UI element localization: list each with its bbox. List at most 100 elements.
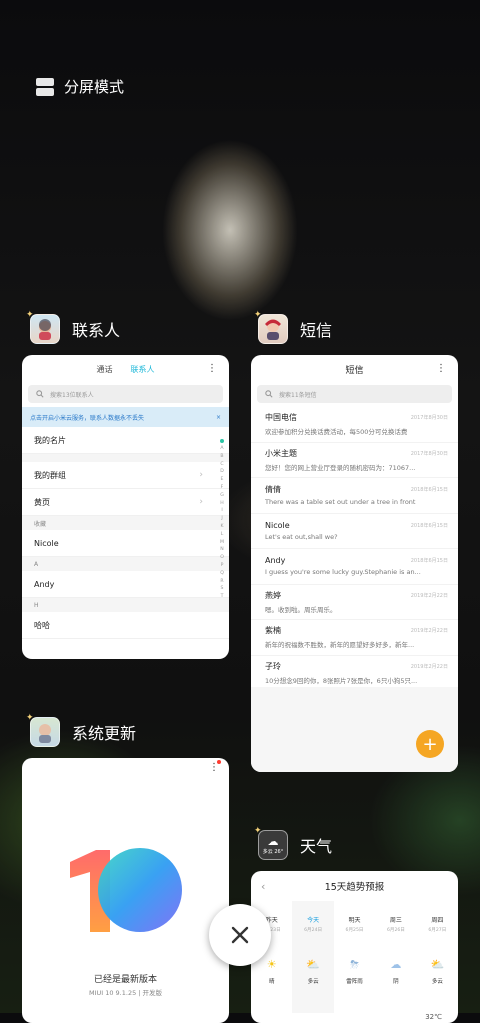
contacts-card[interactable]: 通话 联系人 ⋮ 搜索13位联系人 点击开启小米云服务，联系人数据永不丢失 × …: [22, 355, 229, 659]
message-preview: I guess you're some lucky guy.Stephanie …: [265, 568, 421, 577]
day-label: 今天: [307, 917, 320, 924]
weather-app-header[interactable]: ☁ 多云 26° ✦ 天气: [254, 826, 332, 860]
sender-name: 中国电信: [265, 413, 297, 423]
alphabet-letter[interactable]: O: [220, 554, 224, 562]
forecast-day: 周三 6月26日 ☁ 阴: [375, 901, 416, 1013]
alphabet-letter[interactable]: K: [220, 523, 223, 531]
cloud-notice-banner[interactable]: 点击开启小米云服务，联系人数据永不丢失 ×: [22, 407, 229, 427]
chevron-right-icon: ›: [199, 497, 203, 507]
alphabet-letter[interactable]: G: [220, 492, 224, 500]
contact-row[interactable]: Andy: [22, 571, 229, 598]
message-date: 2017年8月30日: [410, 450, 448, 457]
sender-name: 燕婷: [265, 590, 281, 600]
more-icon[interactable]: ⋮: [436, 363, 446, 374]
message-preview: 嗯。收到啦。周乐周乐。: [265, 605, 337, 614]
alphabet-letter[interactable]: C: [220, 461, 223, 469]
alphabet-letter[interactable]: R: [220, 578, 223, 586]
weather-icon: ⛅: [430, 958, 445, 971]
contact-row[interactable]: Nicole: [22, 530, 229, 557]
alphabet-letter[interactable]: J: [221, 515, 222, 523]
alphabet-letter[interactable]: B: [220, 453, 223, 461]
section-header-h: H: [22, 598, 229, 612]
split-screen-button[interactable]: 分屏模式: [36, 76, 124, 97]
weather-card[interactable]: ‹ 15天趋势预报 昨天 6月23日 ☀ 晴今天 6月24日 ⛅ 多云 明天 6月25日 ⛈ 雷阵雨…: [251, 871, 458, 1023]
alphabet-letter[interactable]: I: [221, 507, 222, 515]
alphabet-letter[interactable]: S: [221, 585, 224, 593]
message-preview: There was a table set out under a tree i…: [265, 498, 416, 507]
clear-all-button[interactable]: [209, 904, 271, 966]
weather-icon-text: 多云 26°: [262, 848, 284, 855]
contact-name: Andy: [34, 579, 55, 589]
back-icon[interactable]: ‹: [261, 880, 265, 893]
forecast-day: 今天 6月24日 ⛅ 多云: [292, 901, 334, 1013]
list-item[interactable]: 燕婷 2019年2月22日嗯。收到啦。周乐周乐。: [251, 585, 458, 620]
weather-condition: 晴: [268, 979, 275, 985]
message-preview: 10分想念9回的你，8张照片7张是你，6只小狗5只...: [265, 676, 418, 685]
groups-label: 我的群组: [34, 470, 66, 480]
sms-search-input[interactable]: 搜索11条短信: [257, 385, 452, 403]
yellow-pages-row[interactable]: 黄页 ›: [22, 489, 229, 516]
message-date: 2019年2月22日: [410, 663, 448, 670]
sender-name: 倩倩: [265, 485, 281, 495]
day-date: 6月24日: [304, 928, 323, 933]
miui-10-logo: [70, 848, 182, 932]
weather-icon: ⛈: [350, 958, 359, 971]
message-date: 2017年8月30日: [410, 415, 448, 422]
message-date: 2019年2月22日: [410, 628, 448, 635]
alphabet-index[interactable]: ABCDEFGHIJKLMNOPQRST: [217, 437, 227, 601]
close-icon[interactable]: ×: [216, 414, 221, 421]
sms-title-bar: 短信 ⋮: [251, 355, 458, 383]
groups-row[interactable]: 我的群组 ›: [22, 462, 229, 489]
alphabet-letter[interactable]: M: [220, 539, 224, 547]
forecast-day: 明天 6月25日 ⛈ 雷阵雨: [334, 901, 375, 1013]
sms-card[interactable]: 短信 ⋮ 搜索11条短信 中国电信 2017年8月30日 欢迎参加积分兑换话费活动，…: [251, 355, 458, 772]
more-icon[interactable]: ⋮: [207, 363, 217, 374]
cloud-icon: ☁: [267, 834, 279, 848]
alphabet-letter[interactable]: N: [220, 546, 223, 554]
list-item[interactable]: 子玲 2019年2月22日 10分想念9回的你，8张照片7张是你，6只小狗5只...: [251, 656, 458, 691]
forecast-day: 周四 6月27日 ⛅ 多云: [417, 901, 458, 1013]
list-item[interactable]: Nicole 2018年6月15日 Let's eat out,shall we?: [251, 514, 458, 549]
update-app-header[interactable]: ✦ 系统更新: [26, 713, 136, 747]
contacts-tabs: 通话 联系人 ⋮: [22, 355, 229, 383]
alphabet-letter[interactable]: D: [220, 468, 224, 476]
update-card[interactable]: ⋮ 已经是最新版本 MIUI 10 9.1.25 | 开发版: [22, 758, 229, 1023]
alphabet-letter[interactable]: H: [220, 500, 223, 508]
my-card-row[interactable]: 我的名片: [22, 427, 229, 454]
day-label: 明天: [348, 917, 361, 924]
alphabet-letter[interactable]: E: [221, 476, 224, 484]
day-date: 6月27日: [428, 928, 447, 933]
message-date: 2018年6月15日: [410, 487, 448, 494]
sms-search-placeholder: 搜索11条短信: [279, 391, 317, 399]
contact-row[interactable]: 哈哈: [22, 612, 229, 639]
tab-contacts[interactable]: 联系人: [131, 364, 155, 375]
message-date: 2019年2月22日: [410, 592, 448, 599]
message-preview: Let's eat out,shall we?: [265, 532, 338, 541]
contacts-app-header[interactable]: ✦ 联系人: [26, 310, 120, 344]
sparkle-icon: ✦: [26, 310, 34, 320]
contacts-app-icon: [30, 314, 60, 344]
new-message-button[interactable]: +: [416, 730, 444, 758]
sender-name: 紫楠: [265, 626, 281, 636]
alphabet-letter[interactable]: F: [221, 484, 224, 492]
tab-calls[interactable]: 通话: [97, 364, 113, 375]
alphabet-letter[interactable]: T: [221, 593, 224, 601]
sms-app-header[interactable]: ✦ 短信: [254, 310, 332, 344]
message-header: Nicole 2018年6月15日: [265, 521, 448, 530]
alphabet-letter[interactable]: A: [220, 445, 223, 453]
search-icon: [36, 390, 44, 398]
my-card-label: 我的名片: [34, 435, 66, 445]
list-item[interactable]: 中国电信 2017年8月30日 欢迎参加积分兑换话费活动，每500分可兑换话费: [251, 407, 458, 443]
list-item[interactable]: 小米主题 2017年8月30日 您好！您的网上营业厅登录的随机密码为：71067..…: [251, 443, 458, 478]
message-preview: 您好！您的网上营业厅登录的随机密码为：71067...: [265, 463, 416, 472]
alphabet-letter[interactable]: P: [221, 562, 224, 570]
alphabet-letter[interactable]: Q: [220, 570, 224, 578]
list-item[interactable]: Andy 2018年6月15日 I guess you're some lucky …: [251, 549, 458, 585]
day-label: 周三: [389, 917, 402, 924]
list-item[interactable]: 紫楠 2019年2月22日 新年的祝福数不胜数，新年的愿望好多好多，新年...: [251, 620, 458, 656]
alphabet-letter[interactable]: L: [221, 531, 224, 539]
list-item[interactable]: 倩倩 2018年6月15日 There was a table set out un…: [251, 478, 458, 514]
message-header: 子玲 2019年2月22日: [265, 661, 448, 672]
contacts-search-input[interactable]: 搜索13位联系人: [28, 385, 223, 403]
contact-name: 哈哈: [34, 620, 50, 630]
